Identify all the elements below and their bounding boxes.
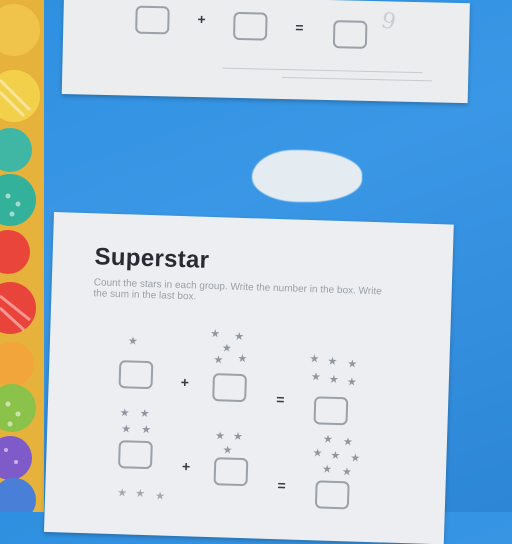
answer-box [212,373,248,403]
svg-text:★: ★ [155,489,165,502]
scalloped-border [0,0,44,512]
equals-sign: = [275,391,285,408]
equals-sign: = [277,477,286,494]
bulletin-board: + = 9 Superstar Count the stars in each … [0,0,512,544]
svg-text:★: ★ [343,435,353,448]
plus-sign: + [181,458,191,475]
svg-text:★: ★ [309,352,319,365]
paper-scrap [252,150,362,202]
equals-sign: = [295,19,304,36]
answer-box [332,20,368,49]
footer-line [222,67,423,74]
worksheet-main: Superstar Count the stars in each group.… [43,212,454,544]
svg-text:★: ★ [347,357,357,370]
svg-text:★: ★ [135,487,145,500]
svg-text:★: ★ [234,330,244,343]
svg-text:★: ★ [222,443,232,456]
svg-text:★: ★ [330,449,340,462]
answer-box [118,360,154,390]
svg-text:★: ★ [323,433,333,446]
worksheet-top: + = 9 [61,0,470,104]
handwritten-number: 9 [378,8,399,36]
svg-text:★: ★ [121,422,131,435]
svg-text:★: ★ [311,370,321,383]
footer-line [282,76,433,82]
plus-sign: + [197,11,206,28]
worksheet-title: Superstar [94,243,210,274]
svg-text:★: ★ [329,373,339,386]
svg-text:★: ★ [347,375,357,388]
star-group: ★ ★ ★★ ★ [210,327,248,366]
plus-sign: + [180,374,190,391]
svg-text:★: ★ [215,429,225,442]
svg-text:★: ★ [312,446,322,459]
answer-box [313,396,349,426]
star-group: ★ ★ ★ ★ ★ ★ ★ [312,433,360,479]
svg-text:★: ★ [140,407,150,420]
svg-text:★: ★ [350,451,360,464]
svg-text:★: ★ [141,423,151,436]
star-group: ★ ★ ★ [117,486,165,503]
svg-text:★: ★ [120,406,130,419]
svg-text:★: ★ [322,463,332,476]
answer-box [117,440,153,470]
answer-box [314,480,350,510]
star-group: ★ ★ ★ ★ [120,406,152,436]
star-group: ★★★ [215,429,243,456]
svg-text:★: ★ [233,430,243,443]
svg-text:★: ★ [210,327,220,340]
star-group: ★ ★ ★ ★ ★ ★ [309,352,357,388]
svg-text:★: ★ [327,355,337,368]
answer-box [213,457,249,487]
svg-text:★: ★ [342,465,352,478]
svg-text:★: ★ [117,486,127,499]
worksheet-instructions: Count the stars in each group. Write the… [93,277,382,303]
star-group: ★ [127,335,141,348]
answer-box [135,5,170,35]
svg-text:★: ★ [237,352,247,365]
answer-box [233,11,268,41]
svg-text:★: ★ [213,353,223,366]
